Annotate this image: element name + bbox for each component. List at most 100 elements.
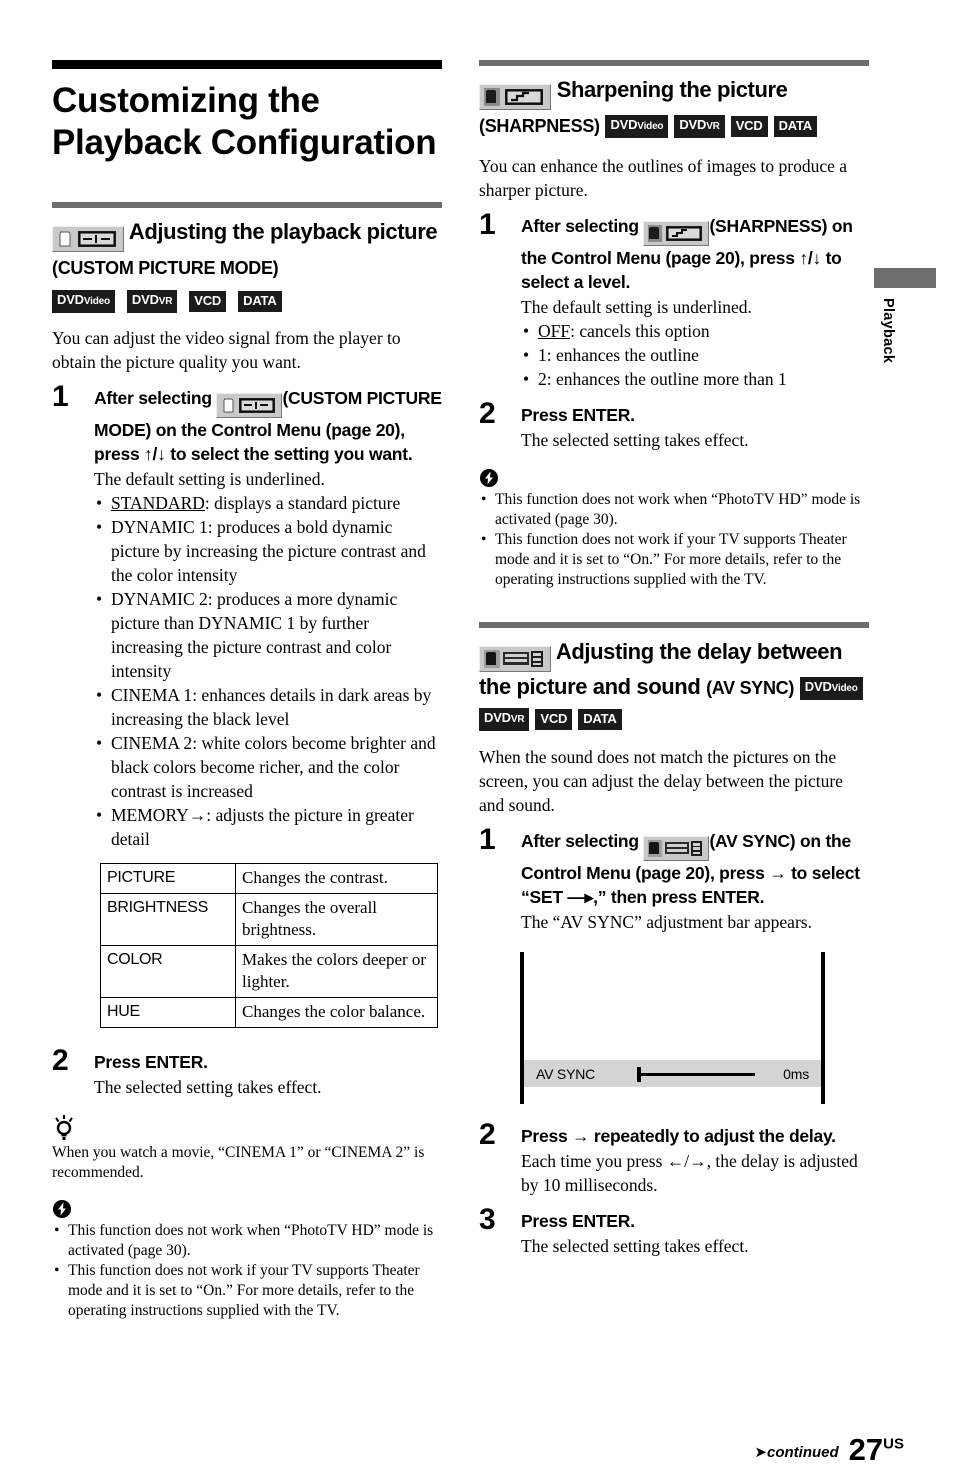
step-number: 1 (479, 208, 496, 242)
page-number-suffix: US (883, 1435, 904, 1453)
step-title: After selecting (AV SYNC) on the Control… (521, 829, 869, 909)
step-1: 1 After selecting (AV SYNC) on the Contr… (479, 824, 869, 934)
table-row: COLOR Makes the colors deeper or lighter… (100, 945, 438, 999)
step-number: 1 (52, 380, 69, 414)
table-row: HUE Changes the color balance. (100, 997, 438, 1029)
badge-data: DATA (773, 115, 817, 137)
note-item: This function does not work if your TV s… (52, 1261, 442, 1321)
step-body: The selected setting takes effect. (94, 1077, 322, 1098)
badge-dvd-vr: DVDVR (674, 114, 725, 138)
custom-picture-mode-icon (216, 393, 283, 419)
page-footer: ➤continued 27US (754, 1434, 904, 1465)
av-sync-osd-illustration: AV SYNC 0ms (520, 952, 825, 1105)
table-row: BRIGHTNESS Changes the overall brightnes… (100, 893, 438, 947)
option-item: DYNAMIC 2: produces a more dynamic pictu… (94, 587, 442, 683)
badge-data: DATA (578, 708, 622, 730)
option-item: DYNAMIC 1: produces a bold dynamic pictu… (94, 515, 442, 587)
osd-right-edge (821, 952, 825, 1105)
section-heading-sharpness: Sharpening the picture (SHARPNESS) DVDVi… (479, 75, 869, 141)
section-rule (479, 60, 869, 66)
table-cell-key: BRIGHTNESS (100, 893, 236, 947)
continued-label: ➤continued (754, 1443, 839, 1461)
badge-vcd: VCD (189, 291, 227, 313)
badge-dvd-video: DVDVideo (52, 290, 115, 314)
note-item: This function does not work when “PhotoT… (52, 1221, 442, 1261)
av-sync-slider (635, 1066, 777, 1082)
step-1: 1 After selecting (SHARPNESS) on the Con… (479, 209, 869, 391)
step-title: Press ENTER. (521, 405, 635, 426)
note-list: This function does not work when “PhotoT… (52, 1221, 442, 1321)
step-body: The default setting is underlined. (521, 297, 752, 318)
step-body: The selected setting takes effect. (521, 1236, 749, 1257)
section-intro: When the sound does not match the pictur… (479, 747, 843, 816)
table-cell-value: Makes the colors deeper or lighter. (235, 945, 438, 999)
table-cell-key: PICTURE (100, 863, 236, 895)
step-body: The default setting is underlined. (94, 469, 325, 490)
table-cell-key: HUE (100, 997, 236, 1029)
section-heading-custom-picture-mode: Adjusting the playback picture (CUSTOM P… (52, 217, 442, 283)
step-title: After selecting (SHARPNESS) on the Contr… (521, 214, 869, 294)
badge-data: DATA (238, 291, 282, 313)
step-2: 2 Press ENTER. The selected setting take… (52, 1045, 442, 1099)
note-item: This function does not work if your TV s… (479, 530, 869, 590)
table-cell-value: Changes the color balance. (235, 997, 438, 1029)
left-column: Customizing the Playback Configuration A… (52, 60, 442, 1321)
step-title-part-a: After selecting (521, 831, 639, 852)
option-item: MEMORY→: adjusts the picture in greater … (94, 803, 442, 851)
tip-icon-row (52, 1115, 442, 1141)
section-title-main: Sharpening the picture (556, 77, 788, 102)
av-sync-icon (643, 836, 710, 862)
section-rule (479, 622, 869, 629)
option-item: CINEMA 2: white colors become brighter a… (94, 731, 442, 803)
section-title-sub: (SHARPNESS) (479, 116, 600, 137)
section-title-sub: (AV SYNC) (706, 678, 795, 699)
step-3: 3 Press ENTER. The selected setting take… (479, 1204, 869, 1258)
side-thumb-tab: Playback (874, 268, 936, 363)
badge-vcd: VCD (535, 708, 573, 730)
badge-dvd-vr: DVDVR (126, 290, 178, 314)
step-title-part-a: After selecting (94, 388, 212, 409)
sharpness-icon (643, 221, 710, 247)
step-body: Each time you press ←/→, the delay is ad… (521, 1151, 858, 1196)
badge-dvd-video: DVDVideo (605, 114, 669, 138)
av-sync-adjustment-bar: AV SYNC 0ms (524, 1060, 821, 1088)
side-tab-swatch (874, 268, 936, 288)
av-sync-bar-label: AV SYNC (536, 1065, 596, 1082)
option-item: 1: enhances the outline (521, 343, 869, 367)
media-badges: DVDVideo DVDVR VCD DATA (52, 290, 442, 314)
sharpness-icon (479, 84, 551, 111)
step-1: 1 After selecting (CUSTOM PICTURE MODE) … (52, 381, 442, 851)
step-body: The “AV SYNC” adjustment bar appears. (521, 912, 812, 933)
option-item: STANDARD: displays a standard picture (94, 491, 442, 515)
section-rule (52, 202, 442, 208)
settings-table: PICTURE Changes the contrast. BRIGHTNESS… (100, 863, 438, 1029)
manual-page: Customizing the Playback Configuration A… (0, 0, 954, 1483)
step-title: Press → repeatedly to adjust the delay. (521, 1126, 836, 1147)
step-title: Press ENTER. (521, 1211, 635, 1232)
right-arrow-icon: ➤ (754, 1443, 767, 1461)
av-sync-icon (479, 646, 551, 673)
table-cell-value: Changes the contrast. (235, 863, 438, 895)
custom-picture-mode-icon (52, 226, 124, 253)
step-number: 2 (479, 1118, 496, 1152)
note-item: This function does not work when “PhotoT… (479, 490, 869, 530)
option-item: CINEMA 1: enhances details in dark areas… (94, 683, 442, 731)
badge-dvd-video: DVDVideo (799, 676, 863, 700)
step-2: 2 Press ENTER. The selected setting take… (479, 398, 869, 452)
option-item: 2: enhances the outline more than 1 (521, 367, 869, 391)
table-cell-key: COLOR (100, 945, 236, 999)
step-2: 2 Press → repeatedly to adjust the delay… (479, 1119, 869, 1197)
right-column: Sharpening the picture (SHARPNESS) DVDVi… (479, 60, 869, 1258)
table-row: PICTURE Changes the contrast. (100, 863, 438, 895)
step-body: The selected setting takes effect. (521, 430, 749, 451)
step-number: 2 (479, 397, 496, 431)
tip-text: When you watch a movie, “CINEMA 1” or “C… (52, 1144, 425, 1182)
step-number: 3 (479, 1203, 496, 1237)
option-list: STANDARD: displays a standard picture DY… (94, 491, 442, 851)
step-number: 1 (479, 823, 496, 857)
note-list: This function does not work when “PhotoT… (479, 490, 869, 590)
page-number: 27US (848, 1432, 904, 1467)
table-cell-value: Changes the overall brightness. (235, 893, 438, 947)
section-intro: You can adjust the video signal from the… (52, 328, 401, 373)
side-tab-label: Playback (880, 298, 896, 364)
